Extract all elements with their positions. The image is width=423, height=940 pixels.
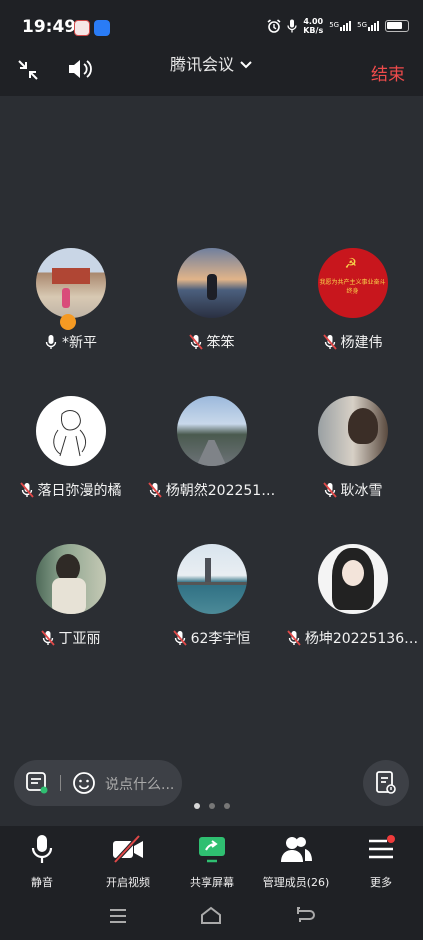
participant-tile[interactable]: 落日弥漫的橘 xyxy=(0,396,141,500)
divider xyxy=(60,775,61,791)
avatar-caption: 我愿为共产主义事业奋斗终身 xyxy=(319,279,386,295)
alarm-icon xyxy=(267,19,281,33)
meeting-app-icon xyxy=(94,20,110,36)
avatar xyxy=(176,248,247,318)
sim1-signal: 5G xyxy=(329,21,352,31)
mute-button[interactable]: 静音 xyxy=(0,834,84,890)
mic-muted-icon xyxy=(188,334,203,350)
mic-muted-icon xyxy=(322,482,337,498)
avatar xyxy=(176,544,247,614)
share-screen-button[interactable]: 共享屏幕 xyxy=(170,834,254,890)
page-dot[interactable] xyxy=(193,803,200,809)
page-dot[interactable] xyxy=(208,803,215,809)
manage-members-button[interactable]: 管理成员(26) xyxy=(254,834,338,890)
recent-apps-icon[interactable] xyxy=(108,908,128,924)
video-off-icon xyxy=(113,834,143,864)
meeting-topbar: 腾讯会议 结束 xyxy=(0,38,423,96)
system-nav-bar xyxy=(0,896,423,940)
participant-name: 笨笨 xyxy=(141,332,282,352)
participant-name: 落日弥漫的橘 xyxy=(0,480,141,500)
party-emblem-icon: ☭ xyxy=(344,256,358,272)
mic-icon xyxy=(45,335,57,349)
net-speed: 4.00 KB/s xyxy=(303,17,324,35)
mic-status-icon xyxy=(287,19,297,33)
avatar xyxy=(35,396,106,466)
participant-tile[interactable]: 杨朝然202251… xyxy=(141,396,282,500)
participant-name: 耿冰雪 xyxy=(282,480,423,500)
participant-tile[interactable]: 杨坤20225136… xyxy=(282,544,423,648)
participant-tile[interactable]: *新平 xyxy=(0,248,141,352)
mic-muted-icon xyxy=(322,334,337,350)
mic-muted-icon xyxy=(172,630,187,646)
participant-name: 杨朝然202251… xyxy=(141,480,282,500)
home-icon[interactable] xyxy=(199,905,223,925)
host-icon xyxy=(60,314,76,330)
meeting-toolbar: 静音 开启视频 共享屏幕 管理成员(26) 更多 xyxy=(0,826,423,896)
chevron-down-icon xyxy=(240,61,252,69)
participant-name: 62李宇恒 xyxy=(141,628,282,648)
chat-list-icon[interactable] xyxy=(26,772,48,794)
participant-tile[interactable]: 笨笨 xyxy=(141,248,282,352)
avatar xyxy=(317,396,388,466)
notes-icon xyxy=(376,771,396,794)
battery-icon xyxy=(385,20,409,32)
share-screen-icon xyxy=(199,837,225,863)
back-icon[interactable] xyxy=(294,906,316,924)
app-notification-icon xyxy=(74,20,90,36)
avatar xyxy=(35,544,106,614)
avatar xyxy=(317,544,388,614)
avatar: ☭ 我愿为共产主义事业奋斗终身 xyxy=(317,248,388,318)
participant-tile[interactable]: 62李宇恒 xyxy=(141,544,282,648)
mic-muted-icon xyxy=(19,482,34,498)
more-button[interactable]: 更多 xyxy=(339,834,423,890)
mic-muted-icon xyxy=(148,482,162,498)
participant-name: 杨坤20225136… xyxy=(282,628,423,648)
mic-muted-icon xyxy=(40,630,55,646)
avatar xyxy=(35,248,106,318)
participant-tile[interactable]: 丁亚丽 xyxy=(0,544,141,648)
start-video-button[interactable]: 开启视频 xyxy=(86,834,170,890)
status-right: 4.00 KB/s 5G 5G xyxy=(267,17,409,35)
meeting-notes-button[interactable] xyxy=(363,760,409,806)
status-time: 19:49 xyxy=(22,17,77,37)
avatar xyxy=(176,396,247,466)
participant-tile[interactable]: ☭ 我愿为共产主义事业奋斗终身 杨建伟 xyxy=(282,248,423,352)
members-icon xyxy=(281,837,312,862)
participant-name: *新平 xyxy=(0,332,141,352)
participant-tile[interactable]: 耿冰雪 xyxy=(282,396,423,500)
mic-muted-icon xyxy=(287,630,301,646)
page-indicator[interactable] xyxy=(0,803,423,809)
mic-icon xyxy=(31,835,53,863)
end-meeting-button[interactable]: 结束 xyxy=(371,60,405,85)
participant-name: 杨建伟 xyxy=(282,332,423,352)
sim2-signal: 5G xyxy=(357,21,379,31)
page-dot[interactable] xyxy=(223,803,230,809)
more-menu-icon xyxy=(369,835,395,859)
chat-placeholder: 说点什么... xyxy=(105,777,175,793)
emoji-icon[interactable] xyxy=(72,771,96,795)
meeting-title[interactable]: 腾讯会议 xyxy=(0,51,423,75)
participant-name: 丁亚丽 xyxy=(0,628,141,648)
chat-input-bar[interactable]: 说点什么... xyxy=(14,760,182,806)
